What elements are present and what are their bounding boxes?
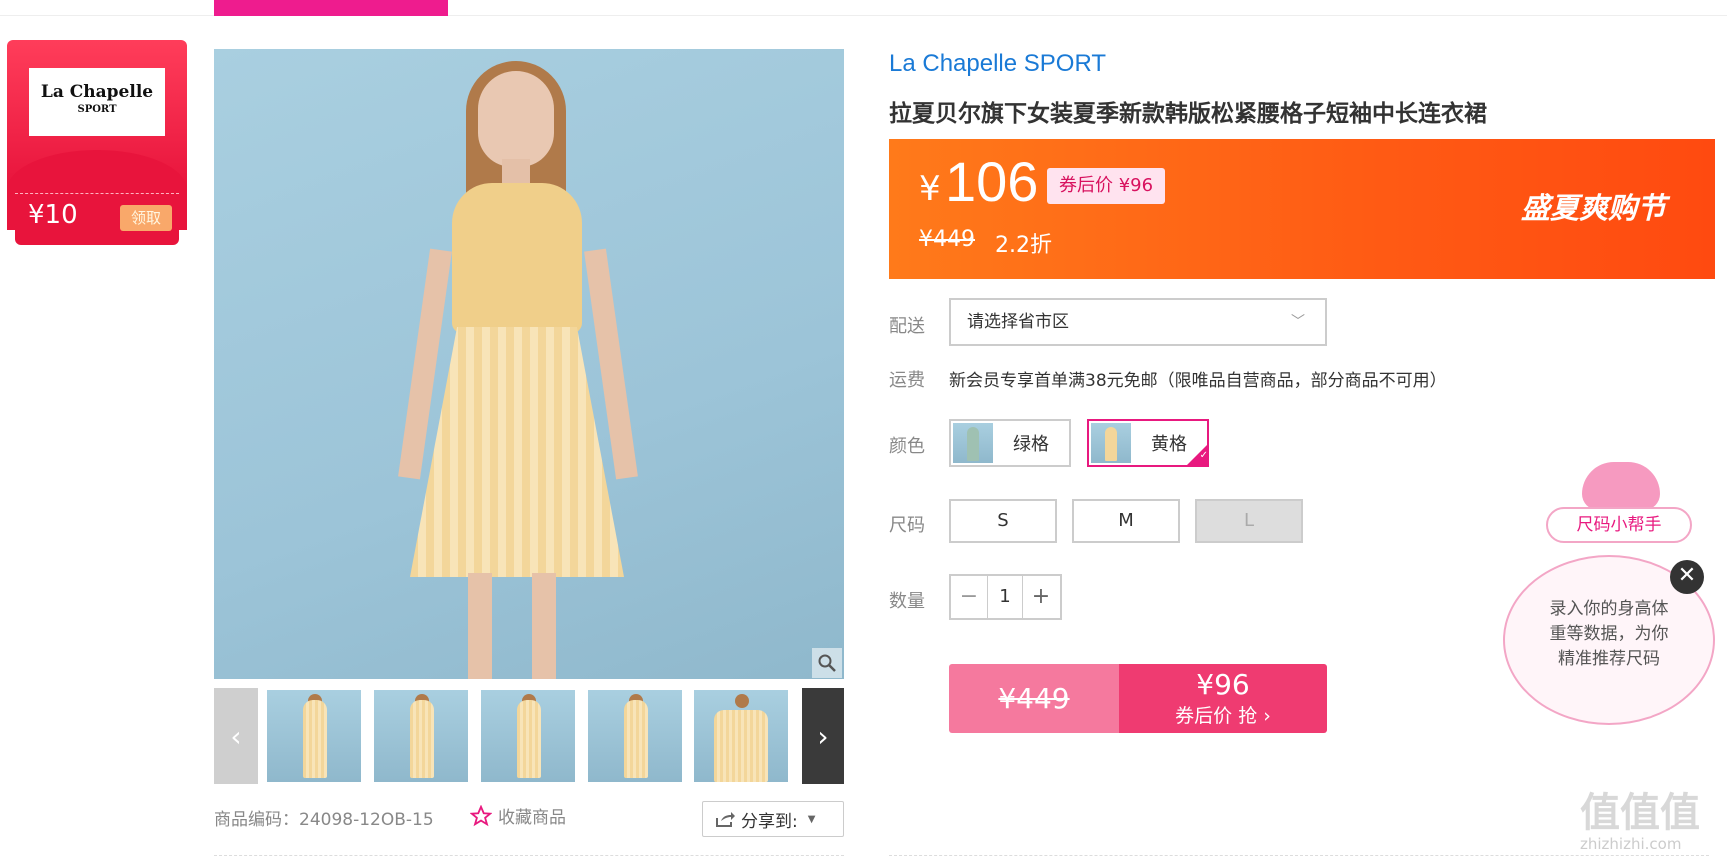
top-nav-bar [0, 0, 1727, 16]
brand-logo-line1: La Chapelle [40, 82, 154, 102]
model-dress-top [452, 183, 582, 333]
color-label: 颜色 [889, 436, 925, 457]
mascot-icon [1582, 462, 1660, 510]
star-icon [470, 804, 492, 826]
thumbnail-2[interactable] [374, 690, 468, 782]
after-coupon-price-badge: 券后价 ¥96 [1047, 168, 1166, 204]
share-label: 分享到: [741, 811, 798, 832]
watermark-logo: 值值值 [1580, 790, 1700, 836]
share-dropdown[interactable]: 分享到: ▼ [702, 801, 844, 837]
zoom-icon[interactable] [812, 648, 842, 678]
thumbnail-next-button[interactable]: › [802, 688, 844, 784]
divider [889, 855, 1709, 856]
product-code: 商品编码：24098-12OB-15 [214, 810, 434, 830]
brand-logo-line2: SPORT [77, 104, 117, 115]
chevron-down-icon: ▼ [807, 813, 816, 825]
buy-coupon-price: ¥96 券后价 抢 › [1119, 664, 1327, 733]
favorite-button[interactable]: 收藏商品 [470, 803, 566, 828]
buy-new-price: ¥96 [1196, 668, 1250, 701]
size-label: 尺码 [889, 515, 925, 536]
quantity-decrease-button[interactable]: − [951, 576, 987, 618]
selected-check-icon [1187, 445, 1208, 465]
model-head [478, 71, 554, 167]
model-leg-left [468, 573, 492, 679]
original-price: ¥449 [919, 227, 975, 252]
product-main-image[interactable] [214, 49, 844, 679]
current-price: 106 [945, 150, 1039, 213]
active-nav-tab-indicator[interactable] [214, 0, 448, 16]
quantity-input[interactable]: 1 [987, 576, 1023, 618]
size-option-m[interactable]: M [1072, 499, 1180, 543]
color-option-yellow-check[interactable]: 黄格 [1087, 419, 1209, 467]
watermark-url: zhizhizhi.com [1580, 835, 1682, 853]
buy-original-price: ¥449 [949, 664, 1119, 733]
product-title: 拉夏贝尔旗下女装夏季新款韩版松紧腰格子短袖中长连衣裙 [889, 101, 1487, 127]
color-option-green-check[interactable]: 绿格 [949, 419, 1071, 467]
shipping-info: 新会员专享首单满38元免邮（限唯品自营商品，部分商品不可用） [949, 371, 1447, 391]
quantity-stepper: − 1 + [949, 574, 1062, 620]
size-helper-text: 录入你的身高体重等数据，为你精准推荐尺码 [1549, 599, 1669, 669]
brand-logo: La Chapelle SPORT [29, 68, 165, 136]
coupon-amount: ¥10 [28, 200, 78, 230]
favorite-label: 收藏商品 [498, 808, 566, 828]
quantity-label: 数量 [889, 591, 925, 612]
size-option-l[interactable]: L [1195, 499, 1303, 543]
chevron-left-icon: ‹ [230, 719, 242, 753]
close-icon[interactable]: ✕ [1670, 560, 1704, 594]
thumbnail-strip: ‹ › [214, 688, 844, 784]
thumbnail-5[interactable] [694, 690, 788, 782]
region-select[interactable]: 请选择省市区 ﹀ [949, 298, 1327, 346]
price-banner: ¥ 106 券后价 ¥96 ¥449 2.2折 盛夏爽购节 [889, 139, 1715, 279]
thumbnail-1[interactable] [267, 690, 361, 782]
color-swatch [1091, 423, 1131, 463]
thumbnail-4[interactable] [588, 690, 682, 782]
chevron-down-icon: ﹀ [1291, 314, 1305, 330]
color-swatch [953, 423, 993, 463]
size-option-s[interactable]: S [949, 499, 1057, 543]
thumbnail-3[interactable] [481, 690, 575, 782]
buy-now-button[interactable]: ¥449 ¥96 券后价 抢 › [949, 664, 1327, 733]
buy-cta-label: 券后价 抢 › [1175, 705, 1271, 727]
shipping-label: 运费 [889, 370, 925, 391]
claim-coupon-button[interactable]: 领取 [120, 205, 172, 231]
brand-link[interactable]: La Chapelle SPORT [889, 50, 1106, 78]
thumbnail-prev-button[interactable]: ‹ [214, 688, 258, 784]
chevron-right-icon: › [817, 719, 829, 753]
delivery-label: 配送 [889, 316, 925, 337]
color-option-label: 绿格 [1013, 434, 1049, 455]
currency-symbol: ¥ [919, 169, 941, 209]
brand-coupon-card[interactable]: La Chapelle SPORT ¥10 领取 [7, 40, 187, 246]
model-leg-right [532, 573, 556, 679]
festival-label: 盛夏爽购节 [1521, 191, 1667, 225]
share-icon [716, 812, 735, 827]
quantity-increase-button[interactable]: + [1023, 576, 1059, 618]
divider [214, 855, 844, 856]
model-dress-skirt [410, 327, 624, 577]
discount-rate: 2.2折 [995, 233, 1052, 258]
region-select-value: 请选择省市区 [967, 312, 1069, 332]
size-helper-button[interactable]: 尺码小帮手 [1546, 507, 1692, 543]
